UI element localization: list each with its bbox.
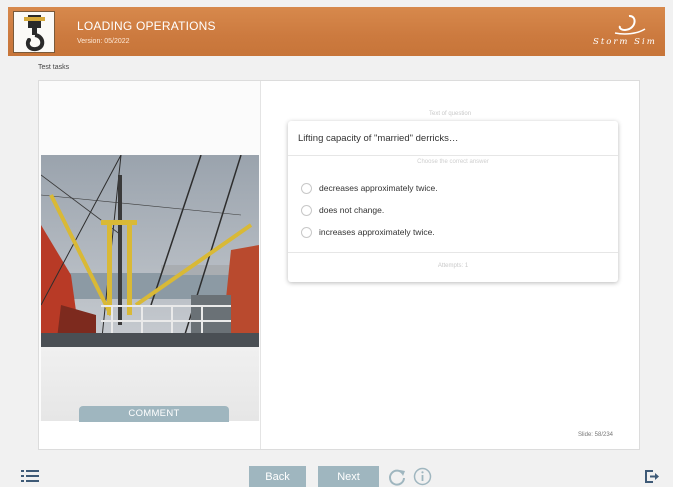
app-title: LOADING OPERATIONS xyxy=(77,19,216,33)
reload-icon[interactable] xyxy=(387,467,407,487)
answer-option[interactable]: decreases approximately twice. xyxy=(301,181,438,195)
answer-option-label: decreases approximately twice. xyxy=(319,183,438,193)
question-text: Lifting capacity of "married" derricks… xyxy=(298,133,459,144)
answer-option[interactable]: does not change. xyxy=(301,203,384,217)
answer-option[interactable]: increases approximately twice. xyxy=(301,225,435,239)
answer-option-label: increases approximately twice. xyxy=(319,227,435,237)
question-caption: Text of question xyxy=(429,111,472,117)
slide-counter: Slide: 58/234 xyxy=(577,432,613,438)
next-button[interactable]: Next xyxy=(318,466,379,487)
storm-sim-wave-icon xyxy=(614,15,646,35)
brand-name: Storm Sim xyxy=(593,37,657,47)
crane-hook-icon xyxy=(13,11,55,53)
slide-card: COMMENT Text of question Lifting capacit… xyxy=(38,80,640,450)
comment-button[interactable]: COMMENT xyxy=(79,406,229,422)
app-version: Version: 05/2022 xyxy=(77,38,130,45)
divider xyxy=(288,252,618,253)
attempts-counter: Attempts: 1 xyxy=(437,263,469,269)
info-icon[interactable] xyxy=(413,467,432,486)
divider xyxy=(288,155,618,156)
question-box: Lifting capacity of "married" derricks… … xyxy=(288,121,618,282)
panel-divider xyxy=(260,81,261,449)
radio-button[interactable] xyxy=(301,182,312,194)
back-button[interactable]: Back xyxy=(249,466,306,487)
radio-button[interactable] xyxy=(301,204,312,216)
exit-icon[interactable] xyxy=(644,469,659,484)
app-header: LOADING OPERATIONS Version: 05/2022 Stor… xyxy=(8,7,665,56)
brand-logo: Storm Sim xyxy=(585,13,657,51)
choose-instruction: Choose the correct answer xyxy=(417,159,489,165)
breadcrumb: Test tasks xyxy=(38,64,70,71)
ship-derricks-photo xyxy=(41,155,259,347)
answer-option-label: does not change. xyxy=(319,205,385,215)
menu-list-icon[interactable] xyxy=(21,469,39,483)
radio-button[interactable] xyxy=(301,226,312,238)
